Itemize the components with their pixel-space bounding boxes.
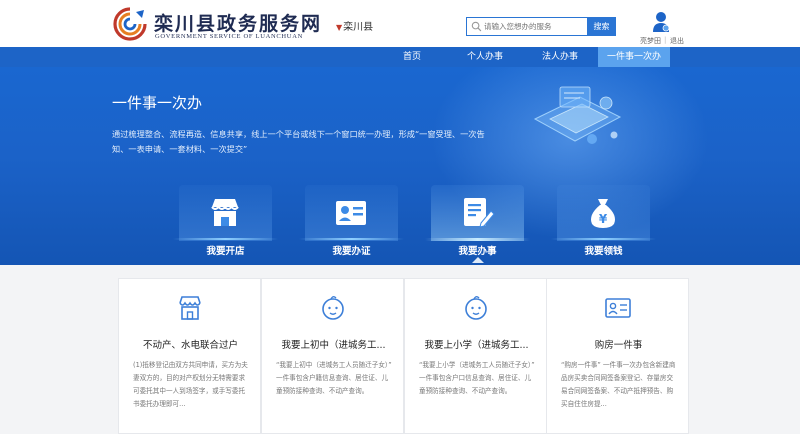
nav-item-personal[interactable]: 个人办事 xyxy=(455,47,515,67)
document-edit-icon xyxy=(464,198,495,228)
card-description: “我要上小学（进城务工人员随迁子女）” 一件事包含户口信息查询、居住证、儿童预防… xyxy=(419,361,535,395)
baby-icon xyxy=(322,296,344,320)
search-box xyxy=(466,17,587,36)
search-bar: 搜索 xyxy=(466,17,616,36)
banner-illustration xyxy=(533,86,622,144)
tile-get-license[interactable]: 我要办证 xyxy=(299,185,404,265)
tile-receive-money[interactable]: ¥ 我要领钱 xyxy=(551,185,656,265)
tile-label: 我要办事 xyxy=(458,246,497,257)
region-selector[interactable]: ▼栾川县 xyxy=(336,18,373,33)
svg-text:¥: ¥ xyxy=(599,212,608,226)
site-header: 栾川县政务服务网 GOVERNMENT SERVICE OF LUANCHUAN… xyxy=(0,0,800,47)
card-description: “我要上初中（进城务工人员随迁子女）” 一件事包含户籍信息查询、居住证、儿童预防… xyxy=(276,361,392,395)
tile-underline xyxy=(425,238,530,241)
search-input[interactable] xyxy=(484,19,584,34)
tile-underline xyxy=(299,238,404,240)
search-button[interactable]: 搜索 xyxy=(587,17,616,36)
tile-handle-affairs[interactable]: 我要办事 xyxy=(425,185,530,265)
card-primary-school[interactable]: 我要上小学（进城务工... “我要上小学（进城务工人员随迁子女）” 一件事包含户… xyxy=(404,278,547,434)
banner-description: 通过梳理整合、流程再造、信息共享，线上一个平台或线下一个窗口统一办理，形成“一窗… xyxy=(112,129,485,154)
id-card-icon xyxy=(336,201,366,225)
logo-title-en: GOVERNMENT SERVICE OF LUANCHUAN xyxy=(155,33,303,40)
user-name[interactable]: 亮梦田 xyxy=(640,36,661,46)
card-property-transfer[interactable]: 不动产、水电联合过户 (1)抵移登记由双方共同申请，买方为夫妻双方的，目的对产权… xyxy=(118,278,261,434)
logo-emblem-icon xyxy=(113,7,147,41)
card-description: (1)抵移登记由双方共同申请，买方为夫妻双方的，目的对产权划分无特需要求可委托其… xyxy=(133,361,248,408)
active-caret xyxy=(472,257,484,263)
tile-label: 我要办证 xyxy=(332,246,371,257)
main-nav: 首页 个人办事 法人办事 一件事一次办 xyxy=(0,47,800,67)
search-icon xyxy=(471,21,482,32)
card-title: 我要上小学（进城务工... xyxy=(424,340,529,351)
region-label: 栾川县 xyxy=(343,22,374,33)
nav-item-one-thing[interactable]: 一件事一次办 xyxy=(598,47,670,67)
tile-open-shop[interactable]: 我要开店 xyxy=(173,185,278,265)
tile-label: 我要开店 xyxy=(206,246,245,257)
card-title: 购房一件事 xyxy=(594,340,643,351)
shop-icon xyxy=(211,199,239,226)
card-middle-school[interactable]: 我要上初中（进城务工... “我要上初中（进城务工人员随迁子女）” 一件事包含户… xyxy=(261,278,404,434)
id-card-icon xyxy=(605,298,631,318)
card-title: 不动产、水电联合过户 xyxy=(142,340,238,351)
chevron-down-icon: ▼ xyxy=(336,23,343,32)
card-title: 我要上初中（进城务工... xyxy=(281,340,386,351)
nav-item-home[interactable]: 首页 xyxy=(382,47,442,67)
tile-underline xyxy=(551,238,656,240)
card-house-purchase[interactable]: 购房一件事 “购房一件事” 一件事一次办包含新建商品房买卖合同网签备案登记、存量… xyxy=(546,278,689,434)
money-bag-icon: ¥ xyxy=(591,199,615,228)
logo-title-cn: 栾川县政务服务网 xyxy=(154,13,323,35)
card-description: “购房一件事” 一件事一次办包含新建商品房买卖合同网签备案登记、存量房交易合同网… xyxy=(561,361,676,408)
banner-title: 一件事一次办 xyxy=(112,94,203,112)
logout-link[interactable]: 退出 xyxy=(670,36,684,46)
site-logo[interactable]: 栾川县政务服务网 GOVERNMENT SERVICE OF LUANCHUAN xyxy=(112,6,322,44)
tile-underline xyxy=(173,238,278,240)
shop-icon xyxy=(179,296,201,320)
hero-banner: 一件事一次办 通过梳理整合、流程再造、信息共享，线上一个平台或线下一个窗口统一办… xyxy=(0,67,800,265)
tile-label: 我要领钱 xyxy=(584,246,623,257)
user-separator: | xyxy=(664,36,667,44)
user-avatar-icon[interactable] xyxy=(652,11,670,33)
nav-item-corporate[interactable]: 法人办事 xyxy=(528,47,592,67)
baby-icon xyxy=(465,296,487,320)
